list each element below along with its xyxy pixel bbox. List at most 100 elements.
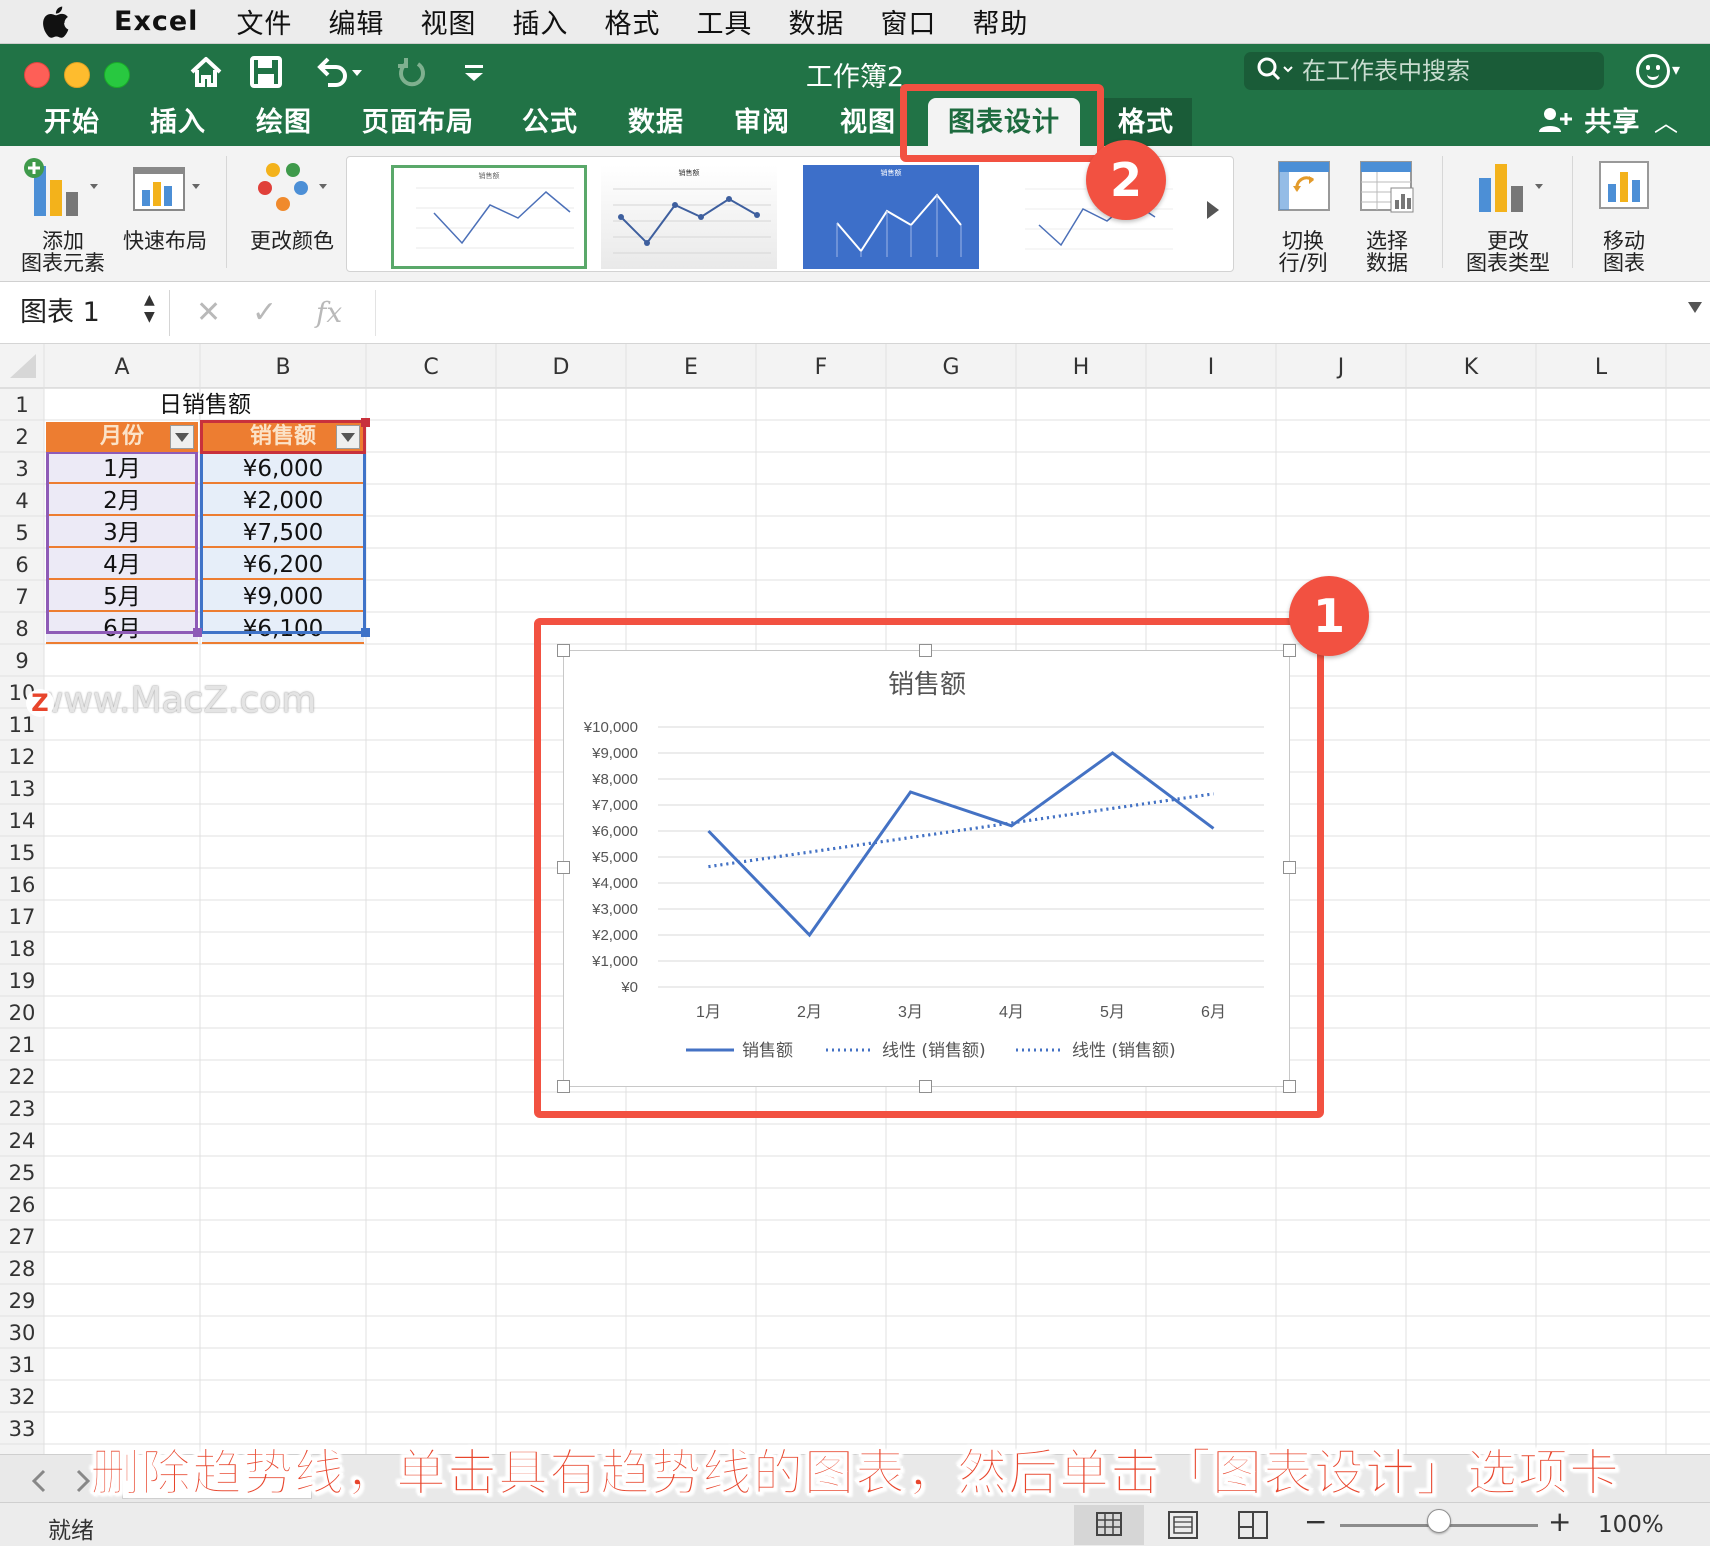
tab-home[interactable]: 开始: [44, 104, 100, 146]
row-header[interactable]: 29: [0, 1284, 44, 1316]
range-handle[interactable]: [193, 628, 202, 637]
tab-data[interactable]: 数据: [628, 104, 684, 146]
column-header[interactable]: A: [44, 344, 200, 388]
row-header[interactable]: 5: [0, 516, 44, 548]
row-header[interactable]: 27: [0, 1220, 44, 1252]
tab-insert[interactable]: 插入: [150, 104, 206, 146]
row-header[interactable]: 26: [0, 1188, 44, 1220]
row-header[interactable]: 25: [0, 1156, 44, 1188]
menu-help[interactable]: 帮助: [972, 2, 1028, 41]
sheet-title[interactable]: 日销售额: [44, 388, 366, 420]
zoom-level[interactable]: 100%: [1598, 1512, 1664, 1538]
chart-style-thumbnail-3[interactable]: 销售额: [803, 165, 979, 269]
row-header[interactable]: 22: [0, 1060, 44, 1092]
switch-row-column-button[interactable]: 切换 行/列: [1258, 156, 1348, 274]
menu-file[interactable]: 文件: [236, 2, 292, 41]
menu-window[interactable]: 窗口: [880, 2, 936, 41]
menu-format[interactable]: 格式: [604, 2, 660, 41]
page-break-view-button[interactable]: [1218, 1505, 1288, 1545]
change-colors-button[interactable]: 更改颜色: [242, 156, 342, 252]
row-header[interactable]: 20: [0, 996, 44, 1028]
chart-style-thumbnail-2[interactable]: 销售额: [601, 165, 777, 269]
row-header[interactable]: 8: [0, 612, 44, 644]
share-button[interactable]: 共享: [1538, 104, 1640, 142]
undo-icon[interactable]: [312, 52, 368, 92]
home-icon[interactable]: [186, 52, 226, 92]
menu-tools[interactable]: 工具: [696, 2, 752, 41]
quick-layout-button[interactable]: 快速布局: [118, 156, 212, 252]
column-header[interactable]: D: [496, 344, 626, 388]
apple-icon[interactable]: [40, 5, 70, 39]
row-header[interactable]: 32: [0, 1380, 44, 1412]
zoom-slider-knob[interactable]: [1427, 1509, 1451, 1533]
row-header[interactable]: 7: [0, 580, 44, 612]
collapse-ribbon-icon[interactable]: ︿: [1654, 104, 1678, 142]
feedback-smiley-icon[interactable]: [1636, 54, 1670, 88]
tab-view[interactable]: 视图: [840, 104, 896, 146]
row-header[interactable]: 15: [0, 836, 44, 868]
maximize-window-button[interactable]: [104, 62, 130, 88]
row-header[interactable]: 18: [0, 932, 44, 964]
minimize-window-button[interactable]: [64, 62, 90, 88]
row-header[interactable]: 1: [0, 388, 44, 420]
row-header[interactable]: 6: [0, 548, 44, 580]
tab-formulas[interactable]: 公式: [522, 104, 578, 146]
formula-input[interactable]: [375, 290, 1675, 336]
menu-data[interactable]: 数据: [788, 2, 844, 41]
row-header[interactable]: 16: [0, 868, 44, 900]
row-header[interactable]: 13: [0, 772, 44, 804]
chart-style-thumbnail-1[interactable]: 销售额: [391, 165, 587, 269]
menu-excel[interactable]: Excel: [114, 6, 198, 37]
customize-toolbar-icon[interactable]: [462, 52, 486, 92]
row-header[interactable]: 3: [0, 452, 44, 484]
menu-insert[interactable]: 插入: [512, 2, 568, 41]
row-header[interactable]: 19: [0, 964, 44, 996]
column-header[interactable]: J: [1276, 344, 1406, 388]
name-box-stepper-icon[interactable]: ▲ ▼: [144, 292, 155, 326]
row-header[interactable]: 21: [0, 1028, 44, 1060]
row-header[interactable]: 4: [0, 484, 44, 516]
tab-draw[interactable]: 绘图: [256, 104, 312, 146]
column-header[interactable]: F: [756, 344, 886, 388]
tab-page-layout[interactable]: 页面布局: [362, 104, 474, 146]
range-handle[interactable]: [361, 418, 370, 427]
column-header[interactable]: I: [1146, 344, 1276, 388]
zoom-out-icon[interactable]: −: [1304, 1505, 1327, 1538]
cancel-formula-icon[interactable]: ✕: [196, 296, 221, 330]
tab-format[interactable]: 格式: [1100, 98, 1192, 146]
insert-function-icon[interactable]: fx: [316, 296, 342, 330]
gallery-next-arrow-icon[interactable]: [1207, 201, 1219, 219]
normal-view-button[interactable]: [1074, 1505, 1144, 1545]
row-header[interactable]: 2: [0, 420, 44, 452]
row-header[interactable]: 12: [0, 740, 44, 772]
redo-icon[interactable]: [392, 52, 432, 92]
row-header[interactable]: 30: [0, 1316, 44, 1348]
row-header[interactable]: 14: [0, 804, 44, 836]
range-handle[interactable]: [361, 628, 370, 637]
column-header[interactable]: E: [626, 344, 756, 388]
row-header[interactable]: 17: [0, 900, 44, 932]
menu-edit[interactable]: 编辑: [328, 2, 384, 41]
move-chart-button[interactable]: 移动 图表: [1584, 156, 1664, 274]
column-header[interactable]: G: [886, 344, 1016, 388]
search-input[interactable]: 在工作表中搜索: [1244, 52, 1604, 90]
column-header[interactable]: B: [200, 344, 366, 388]
column-header[interactable]: C: [366, 344, 496, 388]
confirm-formula-icon[interactable]: ✓: [252, 296, 277, 330]
column-header[interactable]: L: [1536, 344, 1666, 388]
menu-view[interactable]: 视图: [420, 2, 476, 41]
add-chart-element-button[interactable]: 添加 图表元素: [16, 156, 110, 274]
select-data-button[interactable]: 选择 数据: [1344, 156, 1430, 274]
zoom-in-icon[interactable]: +: [1548, 1505, 1571, 1538]
filter-dropdown-icon[interactable]: [170, 425, 194, 449]
save-icon[interactable]: [248, 52, 284, 92]
tab-review[interactable]: 审阅: [734, 104, 790, 146]
row-header[interactable]: 28: [0, 1252, 44, 1284]
expand-formula-bar-icon[interactable]: [1688, 302, 1702, 313]
row-header[interactable]: 23: [0, 1092, 44, 1124]
chevron-down-icon[interactable]: ▾: [1672, 60, 1680, 79]
row-header[interactable]: 9: [0, 644, 44, 676]
row-header[interactable]: 31: [0, 1348, 44, 1380]
row-header[interactable]: 24: [0, 1124, 44, 1156]
column-header[interactable]: K: [1406, 344, 1536, 388]
